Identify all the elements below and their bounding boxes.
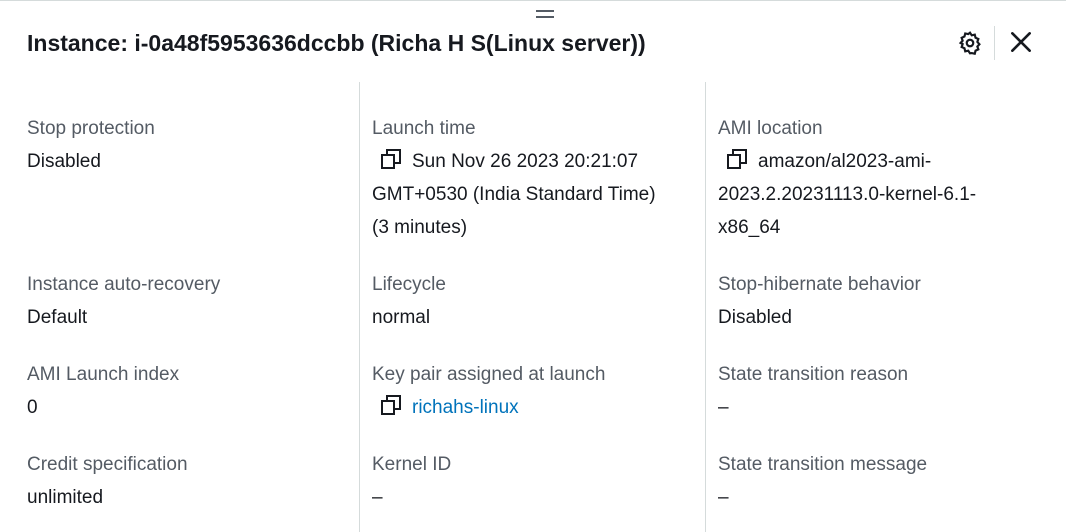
- key-pair-link[interactable]: richahs-linux: [412, 397, 519, 418]
- field-state-transition-message: State transition message –: [718, 448, 1048, 514]
- field-value: richahs-linux: [372, 391, 702, 424]
- field-value: normal: [372, 307, 431, 328]
- field-label: State transition message: [718, 454, 928, 475]
- field-value: Sun Nov 26 2023 20:21:07 GMT+0530 (India…: [372, 145, 702, 244]
- field-label: Lifecycle: [372, 274, 446, 295]
- drag-handle-icon[interactable]: [536, 10, 554, 20]
- field-label: Key pair assigned at launch: [372, 364, 606, 385]
- copy-icon[interactable]: [380, 148, 402, 170]
- field-label: AMI Launch index: [27, 364, 180, 385]
- field-label: Stop protection: [27, 118, 155, 139]
- ami-location-line3: x86_64: [718, 217, 781, 238]
- launch-time-line1: Sun Nov 26 2023 20:21:07: [412, 151, 639, 172]
- field-value: –: [718, 487, 729, 508]
- field-value: 0: [27, 397, 38, 418]
- field-stop-hibernate-behavior: Stop-hibernate behavior Disabled: [718, 268, 1048, 334]
- field-ami-launch-index: AMI Launch index 0: [27, 358, 357, 424]
- field-value: unlimited: [27, 487, 104, 508]
- column-divider: [359, 82, 360, 532]
- field-label: Kernel ID: [372, 454, 452, 475]
- field-value: Disabled: [718, 307, 792, 328]
- gear-icon[interactable]: [957, 30, 983, 56]
- field-label: Launch time: [372, 118, 476, 139]
- field-lifecycle: Lifecycle normal: [372, 268, 702, 334]
- field-value: –: [372, 487, 383, 508]
- copy-icon[interactable]: [726, 148, 748, 170]
- field-credit-specification: Credit specification unlimited: [27, 448, 357, 514]
- field-value: –: [718, 397, 729, 418]
- field-value: amazon/al2023-ami- 2023.2.20231113.0-ker…: [718, 145, 1048, 244]
- ami-location-line1: amazon/al2023-ami-: [758, 151, 932, 172]
- field-label: Credit specification: [27, 454, 188, 475]
- ami-location-line2: 2023.2.20231113.0-kernel-6.1-: [718, 184, 977, 205]
- copy-icon[interactable]: [380, 394, 402, 416]
- field-launch-time: Launch time Sun Nov 26 2023 20:21:07 GMT…: [372, 112, 702, 244]
- field-kernel-id: Kernel ID –: [372, 448, 702, 514]
- field-value: Disabled: [27, 151, 101, 172]
- field-state-transition-reason: State transition reason –: [718, 358, 1048, 424]
- panel-top-border: [0, 0, 1066, 1]
- field-label: State transition reason: [718, 364, 909, 385]
- page-title: Instance: i-0a48f5953636dccbb (Richa H S…: [27, 30, 646, 56]
- column-divider: [705, 82, 706, 532]
- field-value: Default: [27, 307, 88, 328]
- panel-header: Instance: i-0a48f5953636dccbb (Richa H S…: [27, 26, 1037, 60]
- close-icon[interactable]: [1008, 29, 1034, 55]
- field-label: Instance auto-recovery: [27, 274, 221, 295]
- field-ami-location: AMI location amazon/al2023-ami- 2023.2.2…: [718, 112, 1048, 244]
- launch-time-line3: (3 minutes): [372, 217, 468, 238]
- launch-time-line2: GMT+0530 (India Standard Time): [372, 184, 656, 205]
- field-stop-protection: Stop protection Disabled: [27, 112, 357, 178]
- field-label: AMI location: [718, 118, 823, 139]
- field-instance-auto-recovery: Instance auto-recovery Default: [27, 268, 357, 334]
- field-key-pair: Key pair assigned at launch richahs-linu…: [372, 358, 702, 424]
- header-separator: [994, 26, 995, 60]
- field-label: Stop-hibernate behavior: [718, 274, 921, 295]
